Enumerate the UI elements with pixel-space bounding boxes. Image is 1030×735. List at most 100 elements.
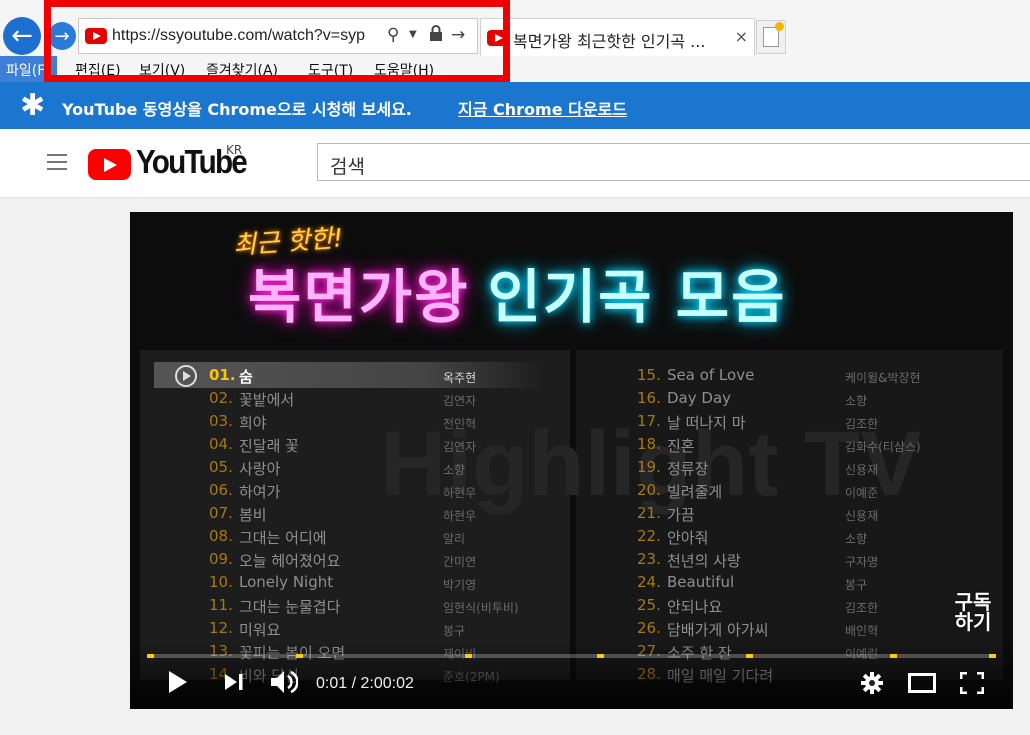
song-num: 24. [637,573,661,591]
song-title: 그대는 눈물겹다 [239,598,341,616]
song-title: Lonely Night [239,573,334,591]
back-arrow-icon[interactable]: ← [3,17,41,55]
song-title: Beautiful [667,573,735,591]
song-row: 21. 가끔 신용재 [637,504,967,526]
subscribe-watermark[interactable]: 구독 하기 [948,592,998,632]
settings-gear-icon[interactable] [860,671,884,699]
song-num: 04. [209,435,233,453]
song-artist: 봉구 [443,624,466,638]
song-num: 08. [209,527,233,545]
youtube-logo-icon[interactable] [88,149,131,180]
chrome-download-link[interactable]: 지금 Chrome 다운로드 [458,96,627,120]
song-artist: 신용재 [845,509,879,523]
tab-title: 복면가왕 최근핫한 인기곡 ... [513,32,706,51]
song-num: 15. [637,366,661,384]
volume-icon[interactable] [270,669,299,699]
song-title: 미워요 [239,621,281,639]
thumbnail-title-b: 인기곡 모음 [487,263,787,331]
song-artist: 하현우 [443,486,477,500]
song-title: 진혼 [667,437,695,455]
song-artist: 박기영 [443,578,477,592]
song-num: 05. [209,458,233,476]
song-title: 안되나요 [667,598,723,616]
song-num: 10. [209,573,233,591]
song-num: 07. [209,504,233,522]
browser-tab[interactable]: 복면가왕 최근핫한 인기곡 ... × [480,18,755,56]
video-player[interactable]: 최근 핫한! 복면가왕 인기곡 모음 Highlight TV 01. 숨 옥주현 02… [130,212,1013,709]
chapter-marker [889,654,897,658]
highlight-box [44,0,510,82]
chapter-marker [465,654,473,658]
banner-text: YouTube 동영상을 Chrome으로 시청해 보세요. [62,100,412,119]
song-title: 가끔 [667,506,695,524]
song-row: 01. 숨 옥주현 [209,366,539,388]
song-row: 11. 그대는 눈물겹다 임현식(비투비) [209,596,539,618]
song-artist: 전인혁 [443,417,477,431]
song-title: 봄비 [239,506,267,524]
thumbnail-title-a: 복면가왕 [248,263,470,331]
youtube-header: YouTube KR 검색 [0,129,1030,198]
song-artist: 간미연 [443,555,477,569]
chrome-promo-banner: ✱ YouTube 동영상을 Chrome으로 시청해 보세요. 지금 Chro… [0,82,1030,129]
song-num: 09. [209,550,233,568]
player-controls: 0:01 / 2:00:02 [130,664,1013,709]
song-row: 08. 그대는 어디에 알리 [209,527,539,549]
search-input[interactable]: 검색 [317,143,1030,181]
song-row: 24. Beautiful 봉구 [637,573,967,595]
song-artist: 구자명 [845,555,879,569]
song-artist: 김화수(티삼스) [845,440,921,454]
hamburger-menu-icon[interactable] [47,154,67,170]
song-row: 18. 진혼 김화수(티삼스) [637,435,967,457]
song-row: 20. 빌려줄게 이예준 [637,481,967,503]
progress-bar[interactable] [147,654,996,658]
region-label: KR [226,143,243,157]
song-title: 오늘 헤어졌어요 [239,552,341,570]
song-artist: 임현식(비투비) [443,601,519,615]
chapter-marker [745,654,753,658]
song-row: 25. 안되나요 김조한 [637,596,967,618]
song-artist: 김조한 [845,417,879,431]
song-artist: 김조한 [845,601,879,615]
song-artist: 이예준 [845,486,879,500]
song-num: 23. [637,550,661,568]
song-title: 날 떠나지 마 [667,414,746,432]
song-row: 09. 오늘 헤어졌어요 간미연 [209,550,539,572]
song-num: 26. [637,619,661,637]
song-num: 17. [637,412,661,430]
song-row: 17. 날 떠나지 마 김조한 [637,412,967,434]
song-title: 천년의 사랑 [667,552,741,570]
chapter-marker [596,654,604,658]
song-row: 23. 천년의 사랑 구자명 [637,550,967,572]
song-title: 진달래 꽃 [239,437,299,455]
theater-mode-icon[interactable] [908,673,936,697]
song-num: 19. [637,458,661,476]
song-artist: 김연자 [443,440,477,454]
song-num: 11. [209,596,233,614]
song-artist: 배인혁 [845,624,879,638]
song-title: 하여가 [239,483,281,501]
close-icon[interactable]: × [735,27,748,46]
fullscreen-icon[interactable] [959,671,985,698]
song-title: Sea of Love [667,366,755,384]
new-tab-button[interactable] [756,20,786,54]
song-title: 사랑아 [239,460,281,478]
song-row: 16. Day Day 소향 [637,389,967,411]
time-display: 0:01 / 2:00:02 [316,675,414,692]
song-title: 희야 [239,414,267,432]
song-row: 10. Lonely Night 박기영 [209,573,539,595]
chapter-marker [147,654,154,658]
song-artist: 케이윌&박장현 [845,371,921,385]
song-row: 06. 하여가 하현우 [209,481,539,503]
song-num: 20. [637,481,661,499]
song-artist: 김연자 [443,394,477,408]
song-num: 03. [209,412,233,430]
song-num: 22. [637,527,661,545]
song-row: 26. 담배가게 아가씨 배인혁 [637,619,967,641]
play-icon[interactable] [168,670,188,698]
next-icon[interactable] [224,673,244,695]
new-tab-icon [763,22,784,47]
song-num: 06. [209,481,233,499]
song-num: 18. [637,435,661,453]
song-artist: 봉구 [845,578,868,592]
song-artist: 하현우 [443,509,477,523]
